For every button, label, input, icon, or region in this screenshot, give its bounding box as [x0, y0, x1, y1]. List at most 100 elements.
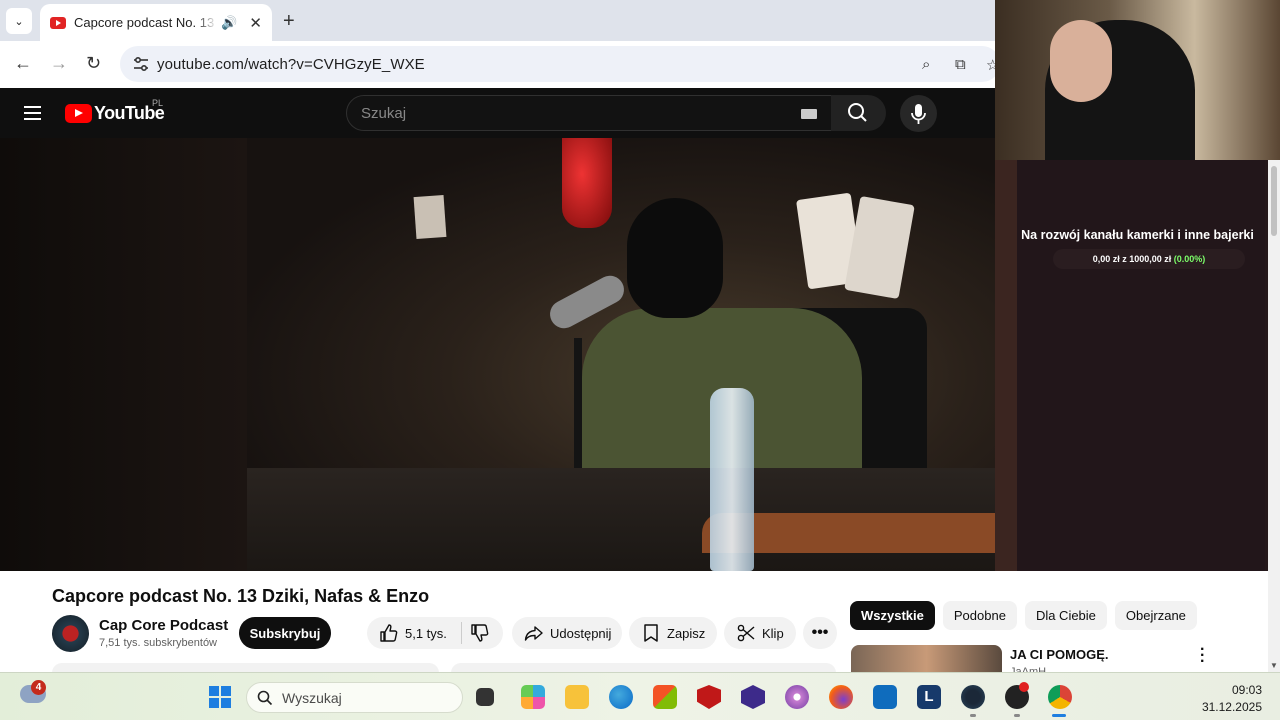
share-arrow-icon [524, 626, 543, 641]
playing-card [844, 195, 915, 300]
clip-label: Klip [762, 625, 784, 641]
save-label: Zapisz [667, 625, 706, 641]
share-button[interactable]: Udostępnij [512, 617, 622, 649]
clip-button[interactable]: Klip [724, 617, 796, 649]
channel-avatar[interactable] [52, 615, 89, 652]
search-placeholder: Szukaj [361, 105, 407, 122]
wall-photo [413, 195, 447, 239]
share-label: Udostępnij [550, 625, 612, 641]
video-letterbox [0, 138, 247, 571]
video-title: Capcore podcast No. 13 Dziki, Nafas & En… [52, 586, 430, 606]
tab-title: Capcore podcast No. 13 Dziki, Nafas & En… [74, 15, 217, 30]
steam-icon[interactable] [961, 685, 985, 709]
subscribe-button[interactable]: Subskrybuj [239, 617, 331, 649]
save-button[interactable]: Zapisz [629, 617, 717, 649]
edge-icon[interactable] [609, 685, 633, 709]
microphone-icon [911, 104, 926, 124]
thumbs-down-icon[interactable] [470, 623, 490, 643]
chip-for-you[interactable]: Dla Ciebie [1024, 601, 1107, 630]
chip-similar[interactable]: Podobne [942, 601, 1017, 630]
active-app-indicator [1052, 714, 1066, 717]
firefox-icon[interactable] [829, 685, 853, 709]
new-tab-plus-icon[interactable]: + [283, 10, 295, 33]
forward-arrow-icon[interactable]: → [50, 53, 68, 74]
video-frame [247, 138, 1017, 571]
subscriber-count: 7,51 tys. subskrybentów [99, 637, 218, 649]
browser-tab-active[interactable]: Capcore podcast No. 13 Dziki, Nafas & En… [40, 4, 272, 41]
address-bar[interactable]: youtube.com/watch?v=CVHGzyE_WXE ⌕ ⧉ ☆ [120, 46, 1000, 82]
webcam-feed [995, 0, 1280, 160]
file-explorer-icon[interactable] [565, 685, 589, 709]
video-info: Capcore podcast No. 13 Dziki, Nafas & En… [0, 571, 1268, 678]
launcher-l-icon[interactable]: L [917, 685, 941, 709]
recording-dot-icon [1019, 682, 1029, 692]
zoom-magnifier-icon[interactable]: ⌕ [922, 56, 930, 73]
youtube-search-input[interactable]: Szukaj [346, 95, 832, 131]
search-button[interactable] [831, 95, 886, 131]
recommended-video-thumbnail[interactable] [851, 645, 1002, 675]
mcafee-shield-icon[interactable] [697, 685, 721, 709]
donation-goal-title: Na rozwój kanału kamerki i inne bajerki [1021, 228, 1254, 242]
youtube-favicon-icon [50, 16, 66, 29]
donation-goal-percent: (0.00%) [1173, 254, 1206, 264]
task-view-icon[interactable] [476, 688, 494, 706]
page-scrollbar[interactable]: ▼ [1268, 160, 1280, 672]
windows-start-icon[interactable] [209, 686, 231, 708]
more-actions-icon[interactable]: ••• [803, 617, 837, 649]
like-dislike-group: 5,1 tys. [367, 617, 503, 649]
donation-goal-bar: 0,00 zł z 1000,00 zł (0.00%) [1053, 249, 1245, 269]
voice-search-button[interactable] [900, 95, 937, 132]
search-icon [257, 690, 273, 706]
scroll-down-arrow-icon[interactable]: ▼ [1270, 661, 1278, 670]
region-code: PL [152, 98, 164, 108]
recommended-more-icon[interactable]: · · · [1200, 642, 1205, 670]
like-count[interactable]: 5,1 tys. [405, 626, 447, 641]
chip-all[interactable]: Wszystkie [850, 601, 935, 630]
youtube-header: YouTube PL Szukaj [0, 88, 995, 138]
windows-taskbar: 4 Wyszukaj L 09:03 31.12.2025 [0, 672, 1280, 720]
system-clock[interactable]: 09:03 31.12.2025 [1180, 682, 1262, 716]
red-balloon [562, 138, 612, 228]
copilot-icon[interactable] [521, 685, 545, 709]
tab-close-icon[interactable]: ✕ [249, 14, 262, 32]
running-indicator [1014, 714, 1020, 717]
browser-toolbar: ← → ↻ youtube.com/watch?v=CVHGzyE_WXE ⌕ … [0, 41, 1000, 88]
channel-name[interactable]: Cap Core Podcast [99, 617, 228, 634]
speaker-icon[interactable]: 🔊 [221, 15, 237, 31]
scrollbar-thumb[interactable] [1271, 166, 1277, 236]
recommended-video-title[interactable]: JA CI POMOGĘ. [1010, 647, 1108, 662]
browser-tab-strip: ⌄ Capcore podcast No. 13 Dziki, Nafas & … [0, 0, 995, 41]
donation-goal-amount: 0,00 zł z 1000,00 zł [1092, 254, 1172, 264]
like-separator [460, 622, 462, 644]
back-arrow-icon[interactable]: ← [14, 53, 32, 74]
recommendation-chips: Wszystkie Podobne Dla Ciebie Obejrzane [850, 601, 1197, 630]
microsoft-store-icon[interactable] [653, 685, 677, 709]
app-flower-icon[interactable] [785, 685, 809, 709]
video-player[interactable] [0, 138, 1017, 571]
taskbar-search-placeholder: Wyszukaj [282, 690, 342, 706]
url-text: youtube.com/watch?v=CVHGzyE_WXE [157, 56, 425, 73]
menu-hamburger-icon[interactable] [24, 106, 41, 120]
clock-time: 09:03 [1231, 683, 1262, 697]
scissors-icon [737, 624, 755, 642]
outlook-icon[interactable] [873, 685, 897, 709]
notification-badge: 4 [31, 680, 46, 695]
install-app-icon[interactable]: ⧉ [955, 56, 966, 73]
site-settings-icon[interactable] [132, 55, 150, 73]
streamer-face [1050, 20, 1112, 102]
thumbs-up-icon[interactable] [379, 623, 399, 643]
search-icon [848, 103, 867, 122]
balaclava-head [627, 198, 723, 318]
youtube-logo[interactable]: YouTube PL [65, 98, 165, 124]
chip-watched[interactable]: Obejrzane [1114, 601, 1197, 630]
keyboard-icon[interactable] [801, 109, 817, 119]
tab-search-chevron-icon[interactable]: ⌄ [6, 8, 32, 34]
bookmark-icon [644, 624, 658, 642]
youtube-play-icon [65, 104, 92, 123]
security-app-icon[interactable] [741, 685, 765, 709]
chrome-icon[interactable] [1048, 685, 1072, 709]
water-bottle [710, 388, 754, 571]
taskbar-search-input[interactable]: Wyszukaj [246, 682, 463, 713]
reload-icon[interactable]: ↻ [86, 53, 101, 74]
clock-date: 31.12.2025 [1201, 700, 1262, 714]
